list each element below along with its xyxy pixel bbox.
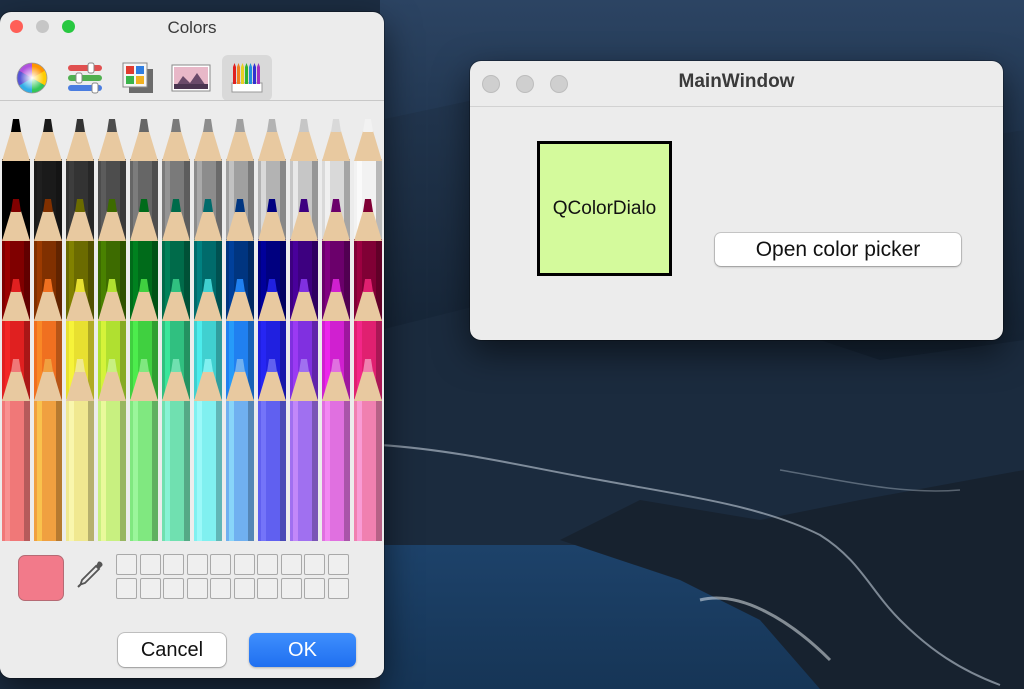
cancel-button[interactable]: Cancel [118,633,226,667]
pencil-shadow [312,399,318,541]
pencil-wood [98,131,126,161]
main-window-title: MainWindow [678,71,795,92]
favorite-swatch[interactable] [210,578,231,599]
ok-button[interactable]: OK [249,633,356,667]
colors-toolbar [0,54,384,102]
favorite-swatch[interactable] [163,554,184,575]
pencil-shadow [152,399,158,541]
pencil-shadow [24,399,30,541]
main-titlebar[interactable]: MainWindow [470,61,1003,106]
pencil-wood [226,131,254,161]
color-palettes-icon [122,62,153,93]
pencil-wood [258,131,286,161]
main-window: MainWindow QColorDialo Open color picker [470,61,1003,340]
pencil-highlight [197,399,202,541]
favorite-swatch[interactable] [116,554,137,575]
image-palettes-icon [171,64,211,92]
eyedropper-button[interactable] [74,559,106,591]
pencil-wood [66,131,94,161]
pencil-highlight [133,399,138,541]
pencil-wood [2,131,30,161]
color-palettes-tab[interactable] [118,58,158,98]
pencil-wood [130,131,158,161]
pencil-tip [267,119,277,132]
favorite-swatches [116,554,352,604]
favorite-swatch[interactable] [304,554,325,575]
pencil-tip [235,119,245,132]
pencil-wood [322,131,350,161]
color-wheel-icon [16,62,48,94]
pencil-tray [0,101,384,541]
colors-window-title: Colors [167,18,217,37]
pencil-highlight [229,399,234,541]
favorite-swatch[interactable] [327,578,349,599]
pencil-shadow [56,399,62,541]
pencil-shadow [344,399,350,541]
pencil-shadow [216,399,222,541]
pencil-shadow [280,399,286,541]
favorite-swatch[interactable] [327,554,349,575]
colors-titlebar[interactable]: Colors [0,12,384,40]
colors-bottom-bar: Cancel OK [0,541,384,678]
color-preview-label: QColorDialo [537,141,672,276]
pencil-wood [162,131,190,161]
pencil-highlight [165,399,170,541]
pencil-wood [194,131,222,161]
favorite-swatch[interactable] [186,554,208,575]
favorite-swatch[interactable] [139,554,161,575]
pencil-tip [331,119,341,132]
pencil-tip [171,119,181,132]
favorite-swatch[interactable] [233,578,255,599]
favorite-swatch[interactable] [186,578,208,599]
pencil-tip [299,119,309,132]
favorite-swatch[interactable] [280,578,302,599]
color-preview-text: QColorDialo [552,197,657,219]
color-sliders-tab[interactable] [65,58,105,98]
pencil-tip [43,119,53,132]
eyedropper-icon [77,561,103,588]
pencil-tip [203,119,213,132]
pencil-highlight [261,399,266,541]
favorite-swatch[interactable] [304,578,325,599]
pencil-tip [107,119,117,132]
pencil-highlight [101,399,106,541]
open-color-picker-button[interactable]: Open color picker [715,233,961,266]
color-wheel-tab[interactable] [12,58,52,98]
pencils-icon [231,63,263,93]
pencil-highlight [357,399,362,541]
pencil-wood [290,131,318,161]
pencil-shadow [248,399,254,541]
pencil-tip [11,119,21,132]
favorite-swatch[interactable] [233,554,255,575]
pencils-tab[interactable] [222,55,272,101]
pencil-wood [354,131,382,161]
color-sliders-icon [68,62,102,94]
pencil-highlight [325,399,330,541]
pencil-highlight [293,399,298,541]
pencil-wood [34,131,62,161]
pencil-tip [363,119,373,132]
pencil-highlight [37,399,42,541]
pencil-shadow [88,399,94,541]
pencil-tip [139,119,149,132]
pencil-shadow [184,399,190,541]
pencil-highlight [69,399,74,541]
colors-panel-window: Colors Cancel OK [0,12,384,678]
current-color-swatch[interactable] [18,555,64,601]
favorite-swatch[interactable] [257,578,278,599]
favorite-swatch[interactable] [210,554,231,575]
pencil-shadow [120,399,126,541]
pencil-grid [2,119,382,541]
favorite-swatch[interactable] [280,554,302,575]
image-palettes-tab[interactable] [171,58,211,98]
pencil-tip [75,119,85,132]
favorite-swatch[interactable] [116,578,137,599]
favorite-swatch[interactable] [257,554,278,575]
pencil-highlight [5,399,10,541]
titlebar-separator [470,106,1003,107]
pencil-shadow [376,399,382,541]
favorite-swatch[interactable] [139,578,161,599]
favorite-swatch[interactable] [163,578,184,599]
